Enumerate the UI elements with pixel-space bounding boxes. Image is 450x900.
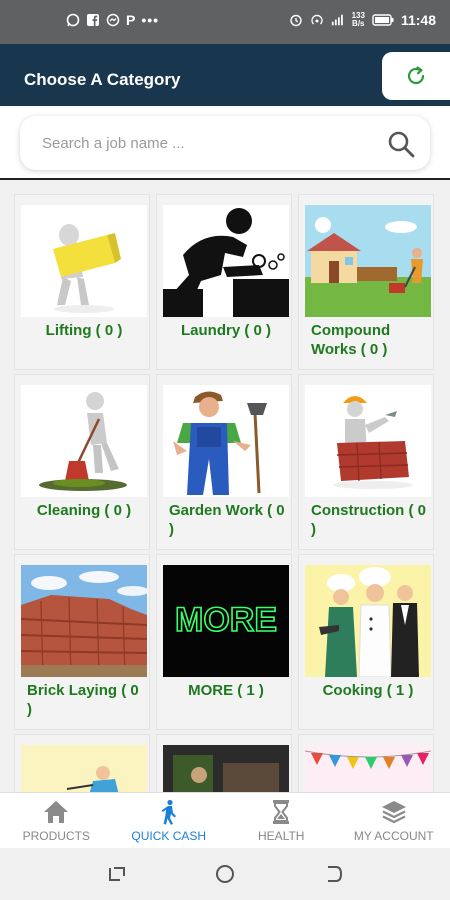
whatsapp-icon [66, 13, 80, 27]
nav-label: QUICK CASH [131, 829, 207, 843]
category-card-lifting[interactable]: Lifting ( 0 ) [14, 194, 150, 370]
category-card-cleaning[interactable]: Cleaning ( 0 ) [14, 374, 150, 550]
search-box[interactable] [20, 116, 430, 170]
category-label: Brick Laying ( 0 ) [27, 682, 139, 718]
alarm-icon [289, 13, 303, 27]
layers-icon [381, 801, 406, 824]
refresh-icon [407, 66, 425, 85]
category-label: Cooking ( 1 ) [322, 682, 414, 699]
construction-image [305, 385, 431, 497]
partial-category-image [21, 745, 147, 792]
category-card-cooking[interactable]: Cooking ( 1 ) [298, 554, 434, 730]
partial-category-image [163, 745, 289, 792]
hotspot-icon [310, 13, 324, 27]
category-card-garden-work[interactable]: Garden Work ( 0 ) [156, 374, 292, 550]
category-label: MORE ( 1 ) [188, 682, 264, 699]
category-label: Construction ( 0 ) [311, 502, 426, 538]
home-icon [44, 801, 69, 823]
category-card-construction[interactable]: Construction ( 0 ) [298, 374, 434, 550]
nav-my-account[interactable]: MY ACCOUNT [338, 793, 450, 849]
page-title: Choose A Category [24, 70, 181, 89]
search-area [0, 106, 450, 180]
category-card-brick-laying[interactable]: Brick Laying ( 0 ) [14, 554, 150, 730]
brick-laying-image [21, 565, 147, 677]
recent-apps-icon[interactable] [106, 864, 128, 884]
search-input[interactable] [42, 130, 372, 156]
battery-icon [372, 13, 394, 27]
status-notifications: P ••• [66, 12, 159, 28]
messenger-icon [106, 13, 120, 27]
lifting-image [21, 205, 147, 317]
more-dots-icon: ••• [141, 12, 160, 28]
compound-works-image [305, 205, 431, 317]
hourglass-icon [273, 800, 290, 824]
category-label: Garden Work ( 0 ) [169, 502, 285, 538]
home-circle-icon[interactable] [214, 864, 236, 884]
nav-health[interactable]: HEALTH [225, 793, 338, 849]
nav-label: PRODUCTS [22, 829, 90, 843]
more-image-text: MORE [175, 601, 277, 639]
category-label: Lifting ( 0 ) [45, 322, 123, 339]
partial-category-image [305, 745, 431, 792]
category-card-partial[interactable] [14, 734, 150, 792]
p-icon: P [126, 12, 136, 28]
refresh-button[interactable] [382, 52, 450, 100]
nav-label: HEALTH [258, 829, 305, 843]
more-image: MORE [163, 565, 289, 677]
category-card-more[interactable]: MORE MORE ( 1 ) [156, 554, 292, 730]
cooking-image [305, 565, 431, 677]
cleaning-image [21, 385, 147, 497]
bottom-navigation: PRODUCTS QUICK CASH HEALTH MY ACCOUNT [0, 792, 450, 848]
garden-work-image [163, 385, 289, 497]
system-navigation-bar [0, 848, 450, 900]
nav-label: MY ACCOUNT [353, 829, 434, 843]
clock: 11:48 [400, 12, 436, 28]
nav-products[interactable]: PRODUCTS [0, 793, 113, 849]
laundry-image [163, 205, 289, 317]
category-grid: Lifting ( 0 ) Laundry ( 0 ) Compound Wor… [14, 194, 434, 792]
status-bar: P ••• 133 B/s 11:48 [0, 0, 450, 44]
search-icon[interactable] [386, 129, 416, 159]
category-card-laundry[interactable]: Laundry ( 0 ) [156, 194, 292, 370]
status-system: 133 B/s 11:48 [289, 12, 436, 28]
back-icon[interactable] [322, 864, 344, 884]
category-label: Cleaning ( 0 ) [36, 502, 132, 519]
category-card-partial[interactable] [156, 734, 292, 792]
signal-icon [331, 13, 345, 27]
facebook-icon [86, 13, 100, 27]
category-card-partial[interactable] [298, 734, 434, 792]
category-grid-container: Lifting ( 0 ) Laundry ( 0 ) Compound Wor… [0, 182, 450, 792]
nav-quick-cash[interactable]: QUICK CASH [113, 793, 226, 849]
category-card-compound-works[interactable]: Compound Works ( 0 ) [298, 194, 434, 370]
walking-person-icon [161, 799, 176, 825]
category-label: Laundry ( 0 ) [180, 322, 271, 339]
category-label: Compound Works ( 0 ) [311, 322, 391, 358]
network-speed: 133 B/s [351, 11, 365, 28]
